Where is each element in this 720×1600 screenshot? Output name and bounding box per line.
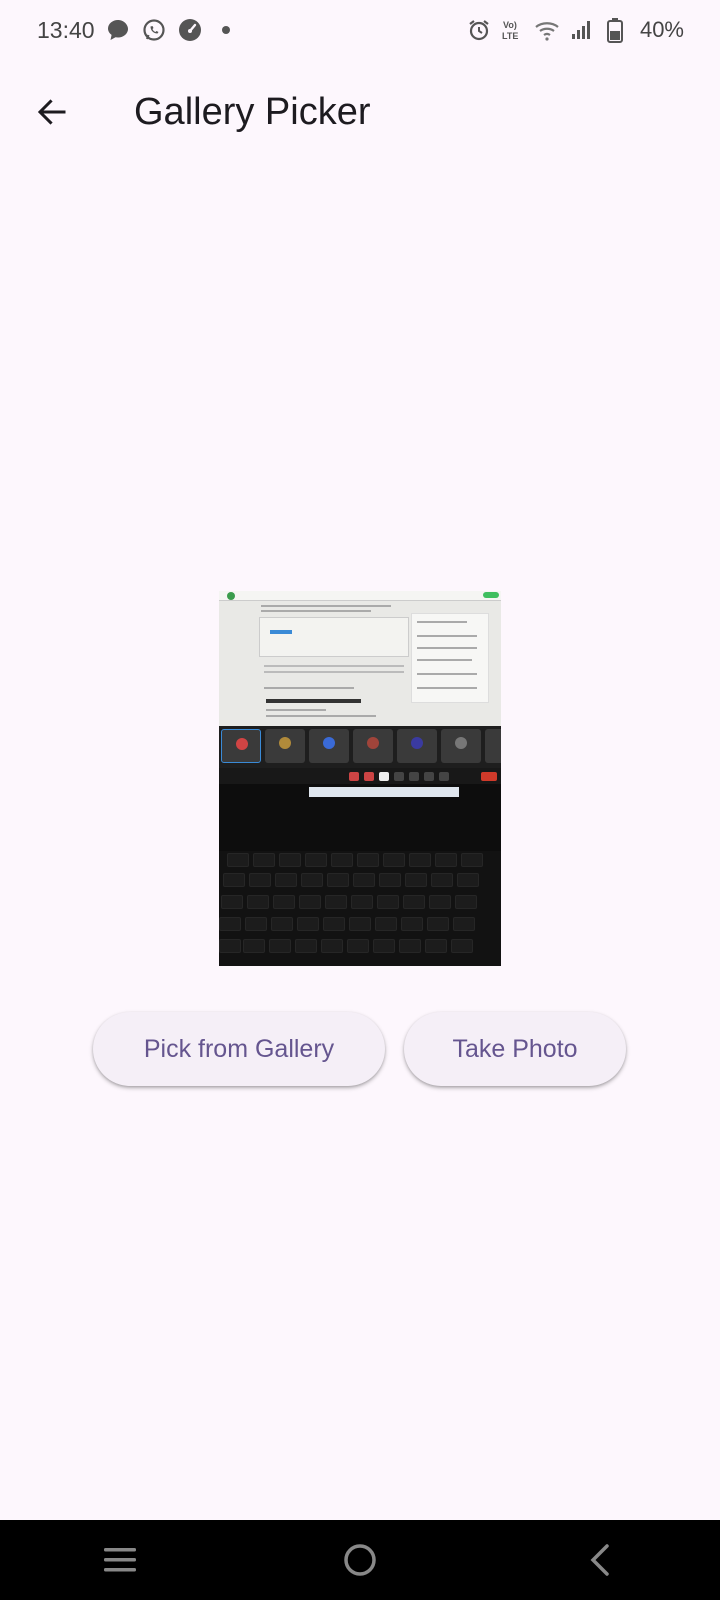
- svg-text:LTE: LTE: [502, 31, 518, 41]
- page-title: Gallery Picker: [134, 90, 371, 133]
- preview-laptop-screen: [219, 591, 501, 726]
- preview-keyboard: [219, 851, 501, 966]
- signal-icon: [568, 17, 594, 43]
- status-bar: 13:40 Vo) LTE 40%: [0, 0, 720, 60]
- whatsapp-icon: [141, 17, 167, 43]
- wifi-icon: [534, 17, 560, 43]
- menu-icon: [104, 1548, 136, 1572]
- status-time: 13:40: [37, 16, 95, 43]
- app-bar: Gallery Picker: [0, 68, 720, 156]
- speedometer-icon: [177, 17, 203, 43]
- back-icon: [590, 1544, 609, 1576]
- battery-percentage: 40%: [639, 17, 684, 42]
- selected-image-preview: [219, 591, 501, 966]
- alarm-icon: [466, 17, 492, 43]
- volte-icon: Vo) LTE: [500, 17, 526, 43]
- pick-from-gallery-button[interactable]: Pick from Gallery: [93, 1012, 385, 1086]
- home-icon: [344, 1544, 376, 1576]
- status-right: Vo) LTE 40%: [466, 17, 684, 43]
- preview-meeting-bar: [219, 726, 501, 768]
- message-icon: [105, 17, 131, 43]
- dot-icon: [213, 17, 239, 43]
- home-button[interactable]: [320, 1530, 400, 1590]
- arrow-left-icon: [37, 99, 66, 125]
- recent-apps-button[interactable]: [80, 1530, 160, 1590]
- system-back-button[interactable]: [560, 1530, 640, 1590]
- status-left: 13:40: [37, 17, 239, 44]
- battery-icon: [602, 17, 628, 43]
- svg-text:Vo): Vo): [503, 20, 517, 30]
- back-button[interactable]: [20, 80, 84, 144]
- take-photo-button[interactable]: Take Photo: [404, 1012, 626, 1086]
- system-nav-bar: [0, 1520, 720, 1600]
